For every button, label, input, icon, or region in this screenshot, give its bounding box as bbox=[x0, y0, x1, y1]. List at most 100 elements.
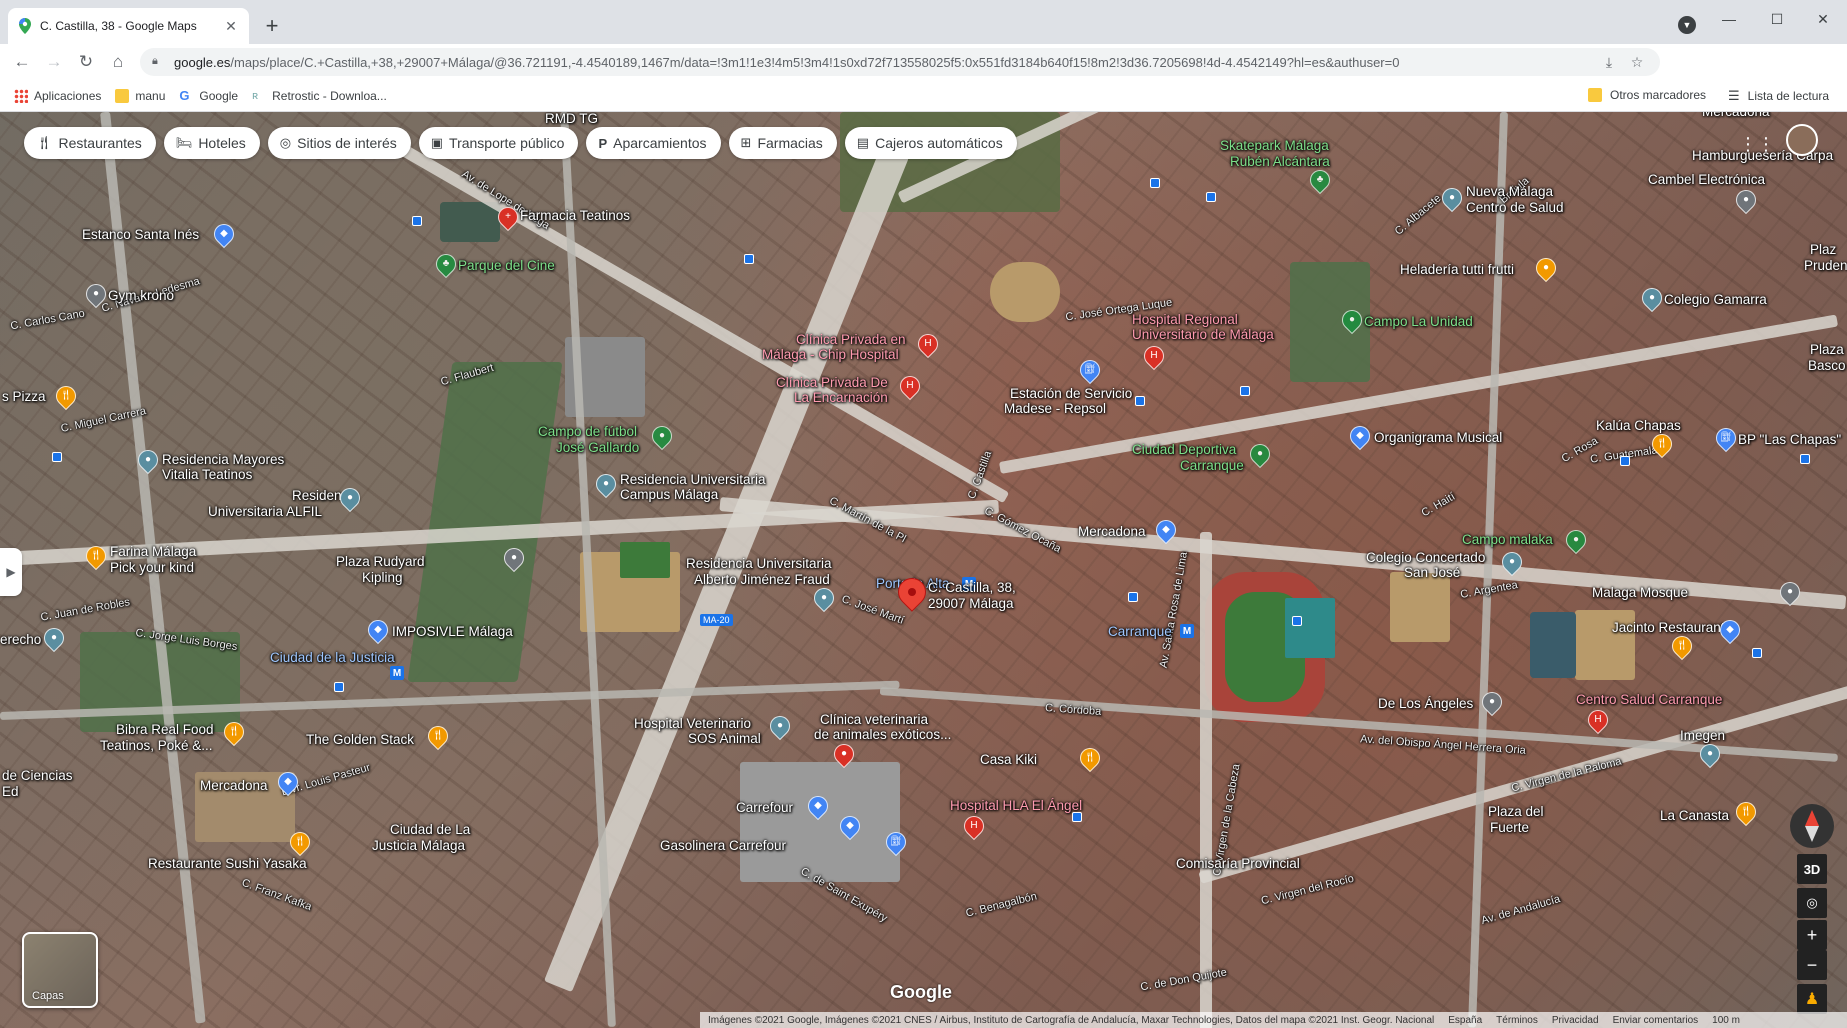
poi-label[interactable]: Comisaría Provincial bbox=[1176, 856, 1300, 872]
metro-station-icon[interactable]: M bbox=[1180, 624, 1194, 638]
poi-label[interactable]: Pruden Jimén bbox=[1804, 258, 1847, 274]
restaurant-pin-icon[interactable]: 🍴︎ bbox=[51, 381, 81, 411]
restaurant-pin-icon[interactable]: 🍴︎ bbox=[219, 717, 249, 747]
sports-pin-icon[interactable]: ● bbox=[1561, 525, 1591, 555]
poi-label[interactable]: Skatepark Málaga bbox=[1220, 138, 1329, 154]
school-pin-icon[interactable]: ● bbox=[1637, 283, 1667, 313]
shop-pin-icon[interactable]: ◆ bbox=[209, 219, 239, 249]
poi-label[interactable]: Teatinos, Poké &... bbox=[100, 738, 213, 754]
poi-label[interactable]: IMPOSIVLE Málaga bbox=[392, 624, 513, 640]
gas-station-pin-icon[interactable]: ⛽︎ bbox=[1075, 355, 1105, 385]
reading-list[interactable]: ☰ Lista de lectura bbox=[1728, 88, 1829, 104]
sports-pin-icon[interactable]: ● bbox=[1245, 439, 1275, 469]
new-tab-button[interactable]: + bbox=[258, 12, 286, 40]
compass-button[interactable] bbox=[1790, 804, 1834, 848]
poi-label[interactable]: Rubén Alcántara bbox=[1230, 154, 1330, 170]
restaurant-pin-icon[interactable]: 🍴︎ bbox=[1731, 797, 1761, 827]
sports-pin-icon[interactable]: ● bbox=[647, 421, 677, 451]
poi-label[interactable]: BP "Las Chapas" bbox=[1738, 432, 1841, 448]
poi-label[interactable]: La Canasta bbox=[1660, 808, 1729, 824]
expand-side-panel-button[interactable]: ▶ bbox=[0, 548, 22, 596]
chip-pharmacies[interactable]: ⊞ Farmacias bbox=[728, 127, 837, 159]
poi-label[interactable]: Carrefour bbox=[736, 800, 793, 816]
bookmark-star-icon[interactable]: ☆ bbox=[1626, 51, 1648, 73]
poi-label[interactable]: Campus Málaga bbox=[620, 487, 718, 503]
poi-label[interactable]: San José bbox=[1404, 565, 1460, 581]
poi-label[interactable]: Estanco Santa Inés bbox=[82, 227, 199, 243]
residence-pin-icon[interactable]: ● bbox=[335, 483, 365, 513]
park-pin-icon[interactable]: ♣ bbox=[431, 249, 461, 279]
veterinary-pin-icon[interactable]: ● bbox=[765, 711, 795, 741]
terms-link[interactable]: Términos bbox=[1496, 1015, 1538, 1026]
my-location-icon[interactable]: ◎ bbox=[1797, 888, 1827, 918]
residence-pin-icon[interactable]: ● bbox=[591, 469, 621, 499]
poi-label[interactable]: Campo malaka bbox=[1462, 532, 1553, 548]
poi-label[interactable]: de Ciencias bbox=[2, 768, 73, 784]
poi-label[interactable]: erecho bbox=[0, 632, 41, 648]
metro-station-icon[interactable]: M bbox=[390, 666, 404, 680]
hospital-pin-icon[interactable]: H bbox=[913, 329, 943, 359]
poi-label[interactable]: Hospital Regional bbox=[1132, 312, 1238, 328]
poi-label[interactable]: Plaz bbox=[1810, 242, 1836, 258]
poi-label[interactable]: Kalúa Chapas bbox=[1596, 418, 1681, 434]
poi-label[interactable]: Vitalia Teatinos bbox=[162, 467, 252, 483]
poi-label[interactable]: Bibra Real Food bbox=[116, 722, 214, 738]
poi-label[interactable]: Mercadona bbox=[1702, 112, 1770, 120]
minimize-icon[interactable]: — bbox=[1706, 4, 1752, 34]
poi-label[interactable]: Farina Málaga bbox=[110, 544, 196, 560]
poi-label[interactable]: Colegio Concertado bbox=[1366, 550, 1485, 566]
residence-pin-icon[interactable]: ● bbox=[809, 583, 839, 613]
poi-label[interactable]: Hospital Veterinario bbox=[634, 716, 751, 732]
3d-toggle-button[interactable]: 3D bbox=[1797, 854, 1827, 884]
bookmark-manu[interactable]: manu bbox=[115, 88, 165, 103]
poi-label[interactable]: Residencia Universitaria bbox=[686, 556, 832, 572]
health-center-pin-icon[interactable]: ● bbox=[1695, 739, 1725, 769]
address-bar[interactable]: 🔒︎ google.es/maps/place/C.+Castilla,+38,… bbox=[140, 48, 1660, 76]
poi-label[interactable]: Basco bbox=[1808, 358, 1846, 374]
poi-label[interactable]: Ciudad de La bbox=[390, 822, 470, 838]
poi-label[interactable]: La Encarnación bbox=[794, 390, 888, 406]
chip-transit[interactable]: ▣ Transporte público bbox=[418, 127, 579, 159]
restaurant-pin-icon[interactable]: 🍴︎ bbox=[285, 827, 315, 857]
browser-tab[interactable]: C. Castilla, 38 - Google Maps ✕ bbox=[8, 8, 249, 44]
url-text[interactable]: google.es/maps/place/C.+Castilla,+38,+29… bbox=[174, 55, 1592, 70]
restaurant-pin-icon[interactable]: 🍴︎ bbox=[1075, 743, 1105, 773]
poi-label[interactable]: Estación de Servicio bbox=[1010, 386, 1132, 402]
poi-label[interactable]: Málaga - Chip Hospital bbox=[762, 347, 899, 363]
bus-stop-icon[interactable] bbox=[1128, 592, 1138, 602]
poi-label[interactable]: Madese - Repsol bbox=[1004, 401, 1106, 417]
google-apps-icon[interactable]: ⋮⋮ bbox=[1739, 132, 1775, 156]
shop-pin-icon[interactable]: ● bbox=[1731, 185, 1761, 215]
poi-label[interactable]: RMD TG bbox=[545, 112, 598, 127]
hospital-pin-icon[interactable]: H bbox=[895, 371, 925, 401]
restaurant-pin-icon[interactable]: ● bbox=[1531, 253, 1561, 283]
poi-label[interactable]: Mercadona bbox=[1078, 524, 1146, 540]
poi-label[interactable]: Campo de fútbol bbox=[538, 424, 637, 440]
feedback-link[interactable]: Enviar comentarios bbox=[1613, 1015, 1699, 1026]
bus-stop-icon[interactable] bbox=[1752, 648, 1762, 658]
poi-label[interactable]: Gym krono bbox=[108, 288, 174, 304]
poi-label[interactable]: Gasolinera Carrefour bbox=[660, 838, 786, 854]
poi-label[interactable]: Residencia Mayores bbox=[162, 452, 284, 468]
poi-label[interactable]: Clínica Privada De bbox=[776, 375, 888, 391]
poi-label[interactable]: Carranque bbox=[1108, 624, 1172, 640]
chip-hotels[interactable]: 🛏︎ Hoteles bbox=[163, 127, 260, 159]
bus-stop-icon[interactable] bbox=[334, 682, 344, 692]
poi-label[interactable]: Hospital HLA El Ángel bbox=[950, 798, 1082, 814]
poi-label[interactable]: Universitaria ALFIL bbox=[208, 504, 322, 520]
bus-stop-icon[interactable] bbox=[1292, 616, 1302, 626]
poi-label[interactable]: Clínica Privada en bbox=[796, 332, 906, 348]
shop-pin-icon[interactable]: ◆ bbox=[1345, 421, 1375, 451]
hospital-pin-icon[interactable]: H bbox=[959, 811, 989, 841]
account-avatar[interactable] bbox=[1786, 124, 1818, 156]
bus-stop-icon[interactable] bbox=[744, 254, 754, 264]
poi-label[interactable]: Carranque bbox=[1180, 458, 1244, 474]
bus-stop-icon[interactable] bbox=[1072, 812, 1082, 822]
poi-label[interactable]: Fuerte bbox=[1490, 820, 1529, 836]
poi-label[interactable]: Plaza del bbox=[1488, 804, 1544, 820]
poi-label[interactable]: De Los Ángeles bbox=[1378, 696, 1473, 712]
shop-pin-icon[interactable]: ◆ bbox=[1715, 615, 1745, 645]
tab-search-icon[interactable]: ▼ bbox=[1678, 16, 1696, 34]
poi-label[interactable]: Nueva Málaga bbox=[1466, 184, 1553, 200]
reload-icon[interactable]: ↻ bbox=[72, 48, 100, 76]
